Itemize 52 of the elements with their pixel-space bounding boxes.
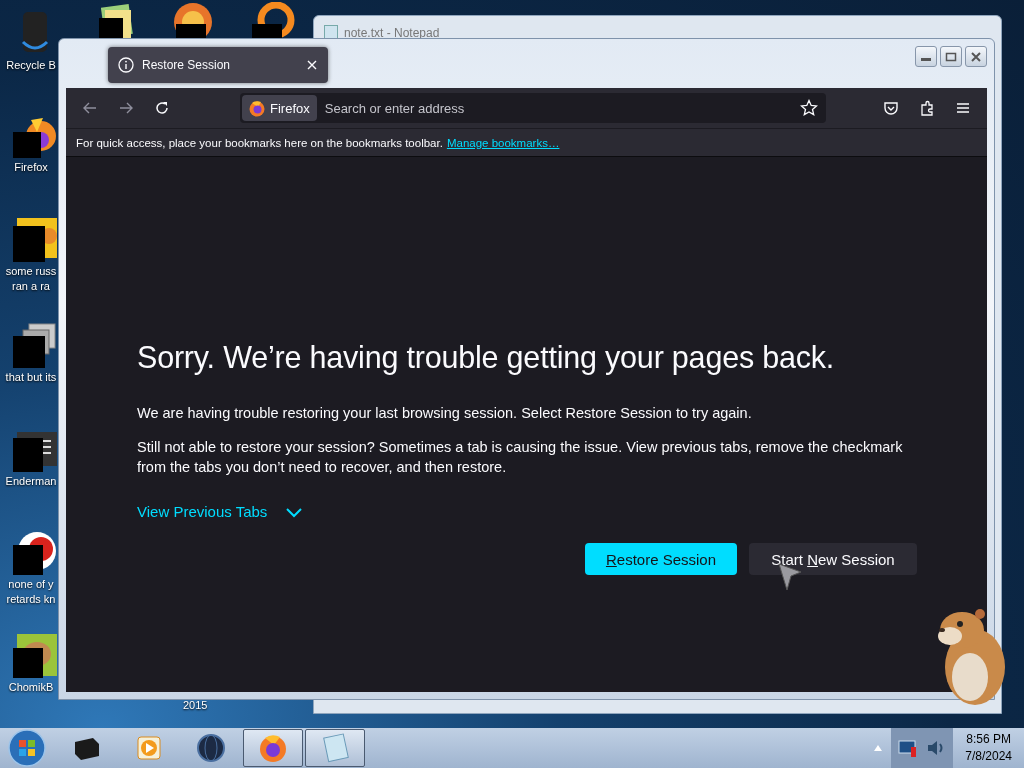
icon-label[interactable]: Enderman: [5, 474, 57, 489]
error-message: We are having trouble restoring your last browsing session. Select Restore Session to try again.: [137, 404, 753, 423]
app-icon[interactable]: [11, 322, 57, 368]
new-session-button[interactable]: Start New Session: [749, 543, 917, 575]
chevron-icon: [285, 505, 304, 518]
app-icon[interactable]: [11, 632, 57, 678]
icon-label[interactable]: ran a ra: [12, 279, 50, 294]
icon-label[interactable]: some russ: [5, 264, 57, 279]
clock-date: 7/8/2024: [965, 748, 1012, 765]
info-icon: [118, 57, 134, 73]
identity-button[interactable]: Firefox: [242, 95, 317, 121]
taskbar-button[interactable]: [243, 729, 303, 767]
star-icon[interactable]: [800, 99, 818, 117]
puzzle-icon[interactable]: [919, 100, 935, 116]
close-icon[interactable]: [306, 59, 318, 71]
app-icon[interactable]: [11, 216, 57, 262]
start-button[interactable]: [7, 728, 47, 768]
icon-label[interactable]: retards kn: [6, 592, 56, 607]
icon-label[interactable]: Recycle B: [6, 58, 56, 73]
globe-icon: [195, 732, 227, 764]
icon-label[interactable]: 2015: [183, 699, 208, 711]
maximize-button[interactable]: [940, 46, 962, 67]
address-field[interactable]: Search or enter address: [316, 100, 800, 116]
address-bar[interactable]: Firefox Search or enter address: [240, 93, 826, 123]
icon-label[interactable]: Firefox: [14, 160, 48, 175]
minimize-icon: [921, 58, 931, 61]
error-heading: Sorry. We’re having trouble getting your pages back.: [137, 340, 836, 375]
maximize-icon: [945, 51, 957, 62]
icon-label[interactable]: that but its: [5, 370, 57, 385]
close-icon: [970, 51, 982, 62]
reload-icon[interactable]: [154, 100, 170, 116]
browser-logo-icon: [248, 99, 266, 117]
restore-button[interactable]: Restore Session: [585, 543, 737, 575]
app-icon[interactable]: [11, 529, 57, 575]
back-icon[interactable]: [82, 100, 98, 116]
clock[interactable]: 8:56 PM 7/8/2024: [953, 731, 1024, 765]
browser-tab[interactable]: Restore Session: [108, 47, 328, 83]
error-message: Still not able to restore your session? Sometimes a tab is causing the issue. View previous tabs, remove the checkmark from the tabs you don’t need to recover, and then restore.: [137, 438, 904, 477]
pocket-icon[interactable]: [883, 100, 899, 116]
clock-time: 8:56 PM: [966, 731, 1011, 748]
close-button[interactable]: [965, 46, 987, 67]
bookmarks-hint: For quick access, place your bookmarks here on the bookmarks toolbar.: [76, 136, 443, 149]
menu-icon[interactable]: [955, 100, 971, 116]
browser-logo-icon: [257, 732, 289, 764]
minimize-button[interactable]: [915, 46, 937, 67]
window-title: note.txt - Notepad: [344, 26, 440, 40]
icon-label[interactable]: none of y: [8, 577, 54, 592]
view-previous-tabs-toggle[interactable]: View Previous Tabs: [137, 503, 304, 520]
forward-icon[interactable]: [118, 100, 134, 116]
taskbar-button[interactable]: [305, 729, 365, 767]
icon-label[interactable]: ChomikB: [8, 680, 54, 695]
manage-bookmarks-link[interactable]: Manage bookmarks…: [446, 136, 560, 149]
